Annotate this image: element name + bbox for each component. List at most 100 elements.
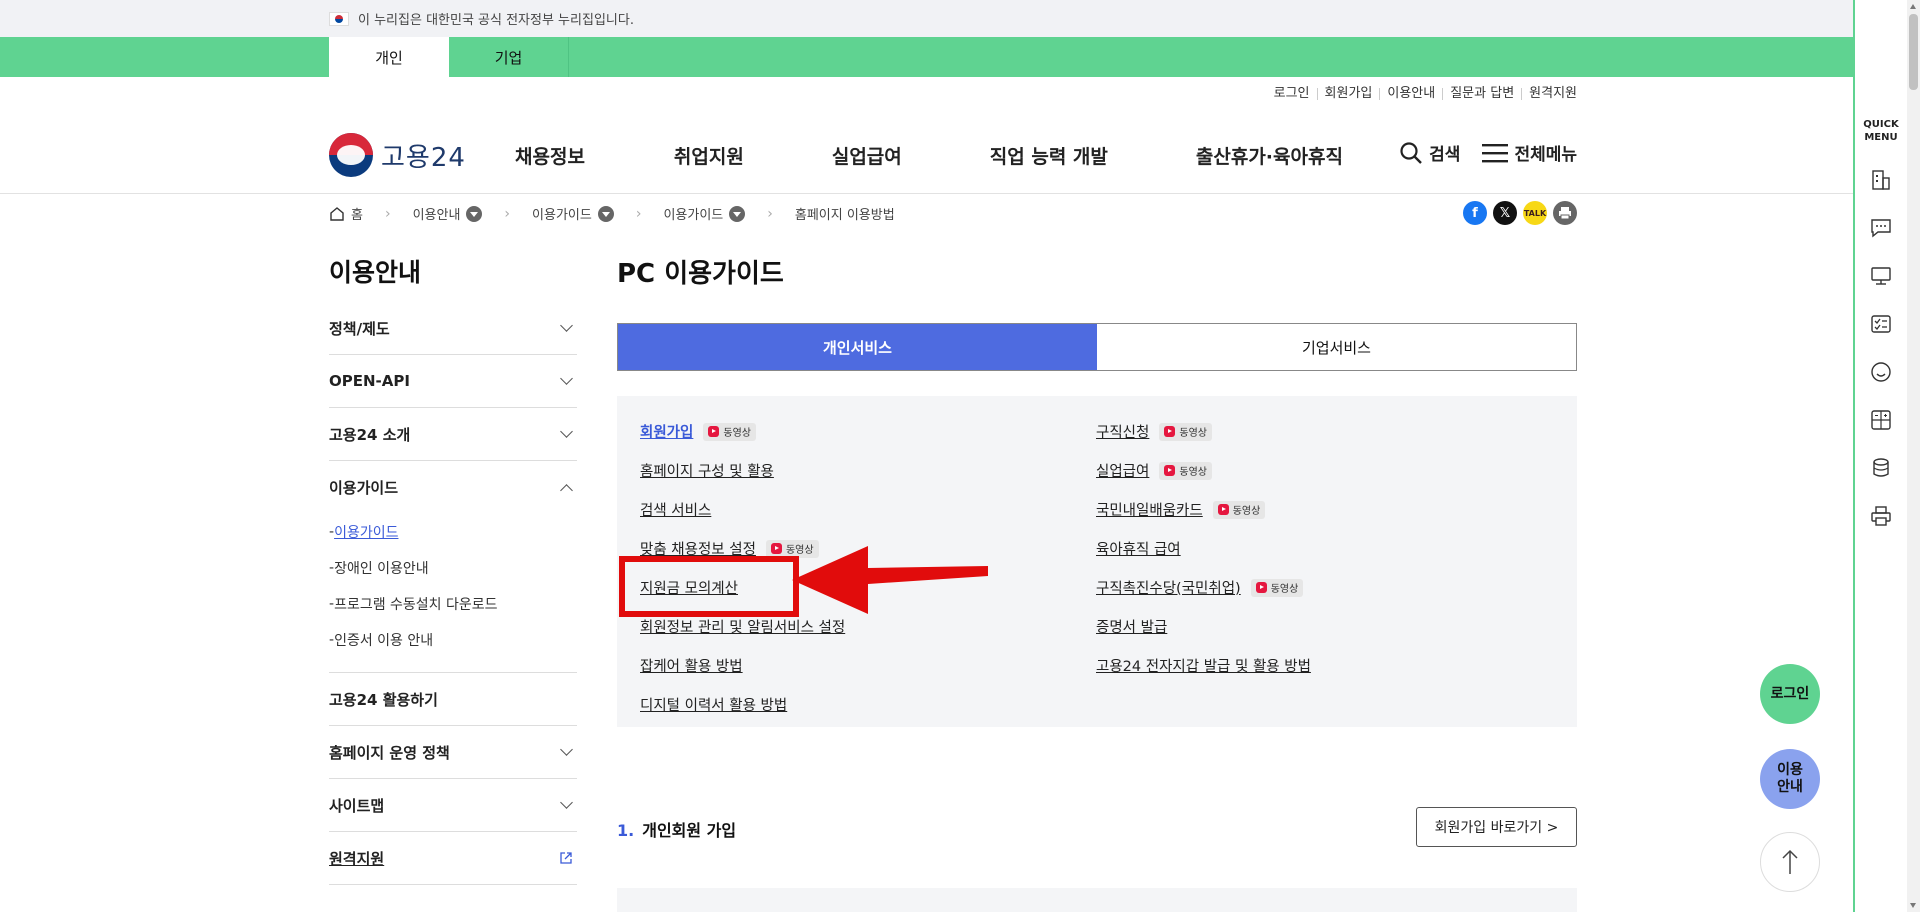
guide-link[interactable]: 고용24 전자지갑 발급 및 활용 방법 bbox=[1096, 655, 1311, 676]
arrow-up-icon bbox=[1782, 849, 1798, 874]
remote-support-link[interactable]: 원격지원 bbox=[1521, 87, 1577, 100]
breadcrumb-home[interactable]: 홈 bbox=[329, 204, 363, 223]
section-title-text: 개인회원 가입 bbox=[642, 821, 737, 840]
play-icon bbox=[1255, 582, 1267, 593]
nav-parental-leave[interactable]: 출산휴가·육아휴직 bbox=[1196, 142, 1343, 169]
building-icon[interactable] bbox=[1869, 168, 1893, 192]
nav-jobs[interactable]: 채용정보 bbox=[515, 142, 585, 169]
guide-link[interactable]: 잡케어 활용 방법 bbox=[640, 655, 743, 676]
sidebar-subitem-certificate[interactable]: - 인증서 이용 안내 bbox=[329, 622, 577, 658]
sidebar-item-label: OPEN-API bbox=[329, 372, 410, 390]
sidebar-item-guide[interactable]: 이용가이드 bbox=[329, 461, 577, 514]
all-menu-button[interactable]: 전체메뉴 bbox=[1482, 140, 1577, 165]
sidebar-subitem-program-download[interactable]: - 프로그램 수동설치 다운로드 bbox=[329, 586, 577, 622]
nav-skills-development[interactable]: 직업 능력 개발 bbox=[990, 142, 1108, 169]
coins-icon[interactable] bbox=[1869, 456, 1893, 480]
floating-guide-button[interactable]: 이용 안내 bbox=[1760, 749, 1820, 809]
video-badge-label: 동영상 bbox=[1179, 467, 1207, 478]
nav-unemployment-benefit[interactable]: 실업급여 bbox=[832, 142, 902, 169]
guide-link[interactable]: 구직촉진수당(국민취업) bbox=[1096, 577, 1241, 598]
guide-link[interactable]: 회원정보 관리 및 알림서비스 설정 bbox=[640, 616, 845, 637]
section-title: 1. 개인회원 가입 bbox=[617, 817, 736, 841]
korea-flag-icon bbox=[329, 11, 349, 26]
guide-link-item: 실업급여 동영상 bbox=[1096, 451, 1311, 490]
nav-employment-support[interactable]: 취업지원 bbox=[674, 142, 744, 169]
breadcrumb-current-label: 홈페이지 이용방법 bbox=[794, 208, 895, 223]
login-link[interactable]: 로그인 bbox=[1267, 87, 1317, 100]
dropdown-icon[interactable] bbox=[729, 205, 746, 222]
guide-link[interactable]: 지원금 모의계산 bbox=[640, 577, 738, 598]
play-icon bbox=[1164, 465, 1176, 476]
sidebar-item-policy[interactable]: 정책/제도 bbox=[329, 302, 577, 355]
guide-link[interactable]: 디지털 이력서 활용 방법 bbox=[640, 694, 787, 715]
search-button[interactable]: 검색 bbox=[1399, 140, 1460, 165]
printer-icon[interactable] bbox=[1869, 504, 1893, 528]
sidebar-subitem-guide[interactable]: - 이용가이드 bbox=[329, 514, 577, 550]
kakaotalk-icon[interactable]: TALK bbox=[1523, 201, 1547, 225]
tab-business-service[interactable]: 기업서비스 bbox=[1097, 324, 1576, 370]
sidebar-item-policy-operation[interactable]: 홈페이지 운영 정책 bbox=[329, 726, 577, 779]
tab-business[interactable]: 기업 bbox=[449, 37, 569, 77]
video-badge[interactable]: 동영상 bbox=[703, 422, 756, 441]
scroll-thumb[interactable] bbox=[1909, 14, 1918, 90]
monitor-icon[interactable] bbox=[1869, 264, 1893, 288]
sidebar-item-sitemap[interactable]: 사이트맵 bbox=[329, 779, 577, 832]
video-badge[interactable]: 동영상 bbox=[765, 539, 819, 558]
video-badge[interactable]: 동영상 bbox=[1250, 578, 1304, 597]
video-badge[interactable]: 동영상 bbox=[1159, 461, 1212, 480]
guide-link[interactable]: 검색 서비스 bbox=[640, 499, 711, 520]
smile-icon[interactable] bbox=[1869, 360, 1893, 384]
guide-link[interactable]: 홈페이지 구성 및 활용 bbox=[640, 460, 774, 481]
video-badge[interactable]: 동영상 bbox=[1212, 500, 1266, 519]
guide-link[interactable]: 육아휴직 급여 bbox=[1096, 538, 1181, 559]
signup-shortcut-button[interactable]: 회원가입 바로가기 > bbox=[1416, 807, 1577, 847]
sidebar-subitem-label: 이용가이드 bbox=[334, 525, 399, 541]
sidebar-group-guide: 이용가이드 - 이용가이드 - 장애인 이용안내 - 프로그램 수동설치 다운로드 -… bbox=[329, 461, 577, 673]
sidebar-item-label: 이용가이드 bbox=[329, 479, 399, 497]
sidebar-item-openapi[interactable]: OPEN-API bbox=[329, 355, 577, 408]
page-scrollbar[interactable] bbox=[1907, 0, 1920, 912]
guide-link-item: 증명서 발급 bbox=[1096, 607, 1311, 646]
print-icon[interactable] bbox=[1553, 201, 1577, 225]
sidebar-item-utilize[interactable]: 고용24 활용하기 bbox=[329, 673, 577, 726]
guide-link[interactable]: 구직신청 bbox=[1096, 421, 1149, 442]
breadcrumb-item[interactable]: 이용가이드 bbox=[532, 204, 614, 223]
guide-link[interactable]: 이용안내 bbox=[1379, 87, 1442, 100]
tab-personal[interactable]: 개인 bbox=[329, 37, 449, 77]
breadcrumb-home-label: 홈 bbox=[351, 208, 363, 223]
breadcrumb-item[interactable]: 이용안내 bbox=[413, 204, 483, 223]
floating-login-button[interactable]: 로그인 bbox=[1760, 664, 1820, 724]
all-menu-label: 전체메뉴 bbox=[1514, 145, 1577, 165]
sidebar-item-about[interactable]: 고용24 소개 bbox=[329, 408, 577, 461]
guide-link[interactable]: 회원가입 bbox=[640, 421, 693, 442]
scroll-up-icon[interactable] bbox=[1910, 4, 1916, 9]
dropdown-icon[interactable] bbox=[466, 205, 483, 222]
guide-link[interactable]: 맞춤 채용정보 설정 bbox=[640, 538, 756, 559]
x-twitter-icon[interactable]: 𝕏 bbox=[1493, 201, 1517, 225]
sidebar-item-label: 사이트맵 bbox=[329, 796, 385, 815]
chat-icon[interactable] bbox=[1869, 216, 1893, 240]
scroll-top-button[interactable] bbox=[1760, 832, 1820, 892]
calculator-icon[interactable] bbox=[1869, 408, 1893, 432]
guide-link[interactable]: 증명서 발급 bbox=[1096, 616, 1167, 637]
checklist-icon[interactable] bbox=[1869, 312, 1893, 336]
dropdown-icon[interactable] bbox=[597, 205, 614, 222]
guide-link[interactable]: 실업급여 bbox=[1096, 460, 1149, 481]
facebook-icon[interactable]: f bbox=[1463, 201, 1487, 225]
breadcrumb-item[interactable]: 이용가이드 bbox=[663, 204, 746, 223]
guide-link[interactable]: 국민내일배움카드 bbox=[1096, 499, 1203, 520]
video-badge[interactable]: 동영상 bbox=[1159, 422, 1212, 441]
qna-link[interactable]: 질문과 답변 bbox=[1442, 87, 1521, 100]
scroll-down-icon[interactable] bbox=[1910, 903, 1916, 908]
user-type-tabbar: 개인 기업 bbox=[0, 37, 1853, 77]
signup-link[interactable]: 회원가입 bbox=[1316, 87, 1380, 100]
sidebar-subitem-accessibility[interactable]: - 장애인 이용안내 bbox=[329, 550, 577, 586]
play-icon bbox=[1217, 504, 1229, 515]
guide-link-item: 회원가입 동영상 bbox=[640, 412, 845, 451]
site-logo[interactable]: 고용24 bbox=[329, 133, 466, 177]
header-divider bbox=[0, 193, 1853, 194]
quick-menu: QUICK MENU bbox=[1853, 0, 1907, 912]
logo-text: 고용24 bbox=[381, 142, 466, 173]
sidebar-item-remote[interactable]: 원격지원 bbox=[329, 832, 577, 885]
tab-personal-service[interactable]: 개인서비스 bbox=[618, 324, 1097, 370]
